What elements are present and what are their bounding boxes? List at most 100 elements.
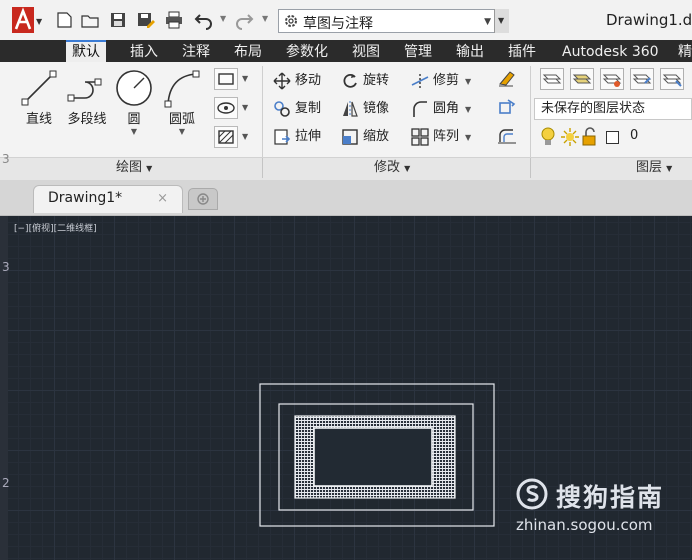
copy-icon	[272, 99, 292, 119]
sogou-watermark: 搜狗指南 zhinan.sogou.com	[512, 478, 692, 538]
undo-dropdown-icon[interactable]: ▼	[220, 14, 226, 23]
draw-panel-title[interactable]: 绘图 ▼	[116, 158, 152, 178]
explode-tool-button[interactable]	[496, 97, 520, 119]
layers-panel-title[interactable]: 图层 ▼	[636, 158, 672, 178]
layer-color-swatch	[606, 131, 619, 144]
array-tool-button[interactable]: 阵列 ▼	[410, 126, 471, 148]
trim-label: 修剪	[433, 73, 460, 88]
modify-panel-title[interactable]: 修改 ▼	[374, 158, 410, 178]
copy-label: 复制	[295, 101, 322, 116]
layer-freeze-button[interactable]	[660, 68, 684, 90]
hatch-icon	[218, 130, 234, 144]
mirror-tool-button[interactable]: 镜像	[340, 98, 389, 120]
workspace-switcher[interactable]: 草图与注释 ▼	[278, 9, 508, 33]
chevron-down-icon: ▼	[498, 16, 505, 25]
ribbon-left-marker: 3	[2, 152, 10, 166]
rotate-tool-button[interactable]: 旋转	[340, 70, 389, 92]
print-icon[interactable]	[164, 10, 184, 30]
offset-tool-button[interactable]	[496, 126, 520, 148]
plus-icon	[197, 193, 209, 205]
copy-tool-button[interactable]: 复制	[272, 98, 321, 120]
stretch-tool-button[interactable]: 拉伸	[272, 126, 321, 148]
layer-state-dropdown[interactable]: 未保存的图层状态	[534, 98, 692, 120]
redo-dropdown-icon[interactable]: ▼	[262, 14, 268, 23]
document-tab-drawing1[interactable]: Drawing1* ×	[33, 185, 183, 213]
tab-insert[interactable]: 插入	[124, 42, 164, 62]
hatch-tool-button[interactable]	[214, 97, 238, 119]
chevron-down-icon: ▼	[465, 77, 472, 86]
scale-label: 缩放	[363, 129, 390, 144]
line-tool-label: 直线	[25, 112, 52, 127]
ellipse-icon	[217, 102, 235, 114]
save-as-icon[interactable]	[136, 10, 156, 30]
close-icon[interactable]: ×	[157, 191, 168, 206]
open-folder-icon[interactable]	[80, 10, 100, 30]
viewport-controls-label[interactable]: [−][俯视][二维线框]	[14, 221, 97, 234]
mirror-icon	[340, 99, 360, 119]
tab-plugins[interactable]: 插件	[502, 42, 542, 62]
chevron-down-icon[interactable]: ▼	[242, 103, 248, 112]
tab-parametric[interactable]: 参数化	[280, 42, 334, 62]
canvas-left-marker: 3	[2, 260, 10, 274]
tab-output[interactable]: 输出	[450, 42, 490, 62]
panel-divider	[262, 158, 263, 178]
tab-featured[interactable]: 精	[672, 42, 692, 62]
layer-states-button[interactable]	[570, 68, 594, 90]
scale-tool-button[interactable]: 缩放	[340, 126, 389, 148]
ribbon-panel-title-bar	[0, 157, 692, 180]
arc-tool-label: 圆弧	[168, 112, 195, 127]
save-icon[interactable]	[108, 10, 128, 30]
tab-manage[interactable]: 管理	[398, 42, 438, 62]
tab-annotate[interactable]: 注释	[176, 42, 216, 62]
line-tool-button[interactable]: 直线	[20, 68, 58, 127]
chevron-down-icon: ▼	[146, 164, 153, 173]
polyline-tool-button[interactable]: 多段线	[64, 68, 110, 127]
current-layer-name: 0	[630, 128, 639, 143]
chevron-down-icon: ▼	[178, 127, 186, 136]
arc-tool-button[interactable]: 圆弧 ▼	[162, 68, 202, 136]
fillet-tool-button[interactable]: 圆角 ▼	[410, 98, 471, 120]
layer-isolate-button[interactable]	[600, 68, 624, 90]
tab-view[interactable]: 视图	[346, 42, 386, 62]
circle-icon	[116, 70, 152, 106]
circle-tool-button[interactable]: 圆 ▼	[114, 68, 154, 136]
polyline-tool-label: 多段线	[67, 112, 107, 127]
move-tool-button[interactable]: 移动	[272, 70, 321, 92]
array-icon	[410, 127, 430, 147]
tab-home[interactable]: 默认	[66, 40, 106, 64]
eraser-icon	[499, 71, 515, 87]
customize-quick-access-button[interactable]: ▼	[494, 9, 509, 33]
panel-divider	[530, 158, 531, 178]
undo-icon[interactable]	[194, 10, 214, 30]
trim-icon	[410, 71, 430, 91]
chevron-down-icon[interactable]: ▼	[242, 132, 248, 141]
inner-rectangle	[313, 427, 433, 487]
erase-tool-button[interactable]	[496, 68, 520, 90]
chevron-down-icon: ▼	[484, 17, 491, 27]
array-label: 阵列	[433, 129, 460, 144]
workspace-label: 草图与注释	[303, 16, 373, 32]
chevron-down-icon[interactable]: ▼	[242, 74, 248, 83]
layer-properties-button[interactable]	[540, 68, 564, 90]
new-tab-button[interactable]	[188, 188, 218, 210]
watermark-url: zhinan.sogou.com	[516, 516, 653, 534]
hatch-pattern-button[interactable]	[214, 126, 238, 148]
lightbulb-icon	[541, 127, 555, 145]
polyline-icon	[67, 78, 102, 102]
explode-icon	[499, 99, 516, 114]
tab-autodesk-360[interactable]: Autodesk 360	[556, 42, 665, 62]
unlock-icon	[582, 127, 596, 146]
circle-tool-label: 圆	[127, 112, 141, 127]
new-file-icon[interactable]	[54, 10, 74, 30]
drawing-geometry	[259, 383, 495, 527]
layer-match-button[interactable]	[630, 68, 654, 90]
trim-tool-button[interactable]: 修剪 ▼	[410, 70, 471, 92]
draw-panel-title-label: 绘图	[116, 160, 143, 175]
layer-match-icon	[632, 74, 652, 84]
redo-icon[interactable]	[234, 10, 254, 30]
stretch-label: 拉伸	[295, 129, 322, 144]
application-menu-button[interactable]: ▼	[12, 7, 44, 35]
rectangle-tool-button[interactable]	[214, 68, 238, 90]
tab-layout[interactable]: 布局	[228, 42, 268, 62]
modify-panel-title-label: 修改	[374, 160, 401, 175]
